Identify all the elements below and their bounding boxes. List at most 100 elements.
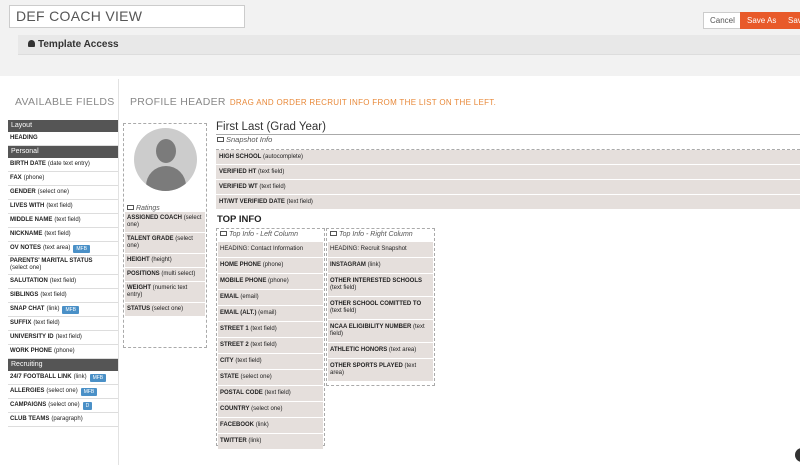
available-field-item[interactable]: UNIVERSITY ID (text field) (8, 331, 118, 345)
field-type: (text area) (43, 245, 71, 251)
available-field-item[interactable]: LIVES WITH (text field) (8, 200, 118, 214)
field-label: OTHER INTERESTED SCHOOLS (330, 278, 423, 284)
field-label: SALUTATION (10, 278, 48, 284)
field-type: (link) (73, 374, 87, 380)
left-column-field-item[interactable]: EMAIL (ALT.) (email) (218, 306, 323, 322)
ratings-field-item[interactable]: WEIGHT (numeric text entry) (125, 282, 205, 303)
available-field-item[interactable]: PARENTS' MARITAL STATUS (select one) (8, 256, 118, 275)
field-type: (select one) (151, 306, 184, 312)
available-field-item[interactable]: GENDER (select one) (8, 186, 118, 200)
template-access-toggle[interactable]: Template Access (18, 35, 800, 55)
field-badge: MFB (62, 305, 80, 314)
field-label: POSITIONS (127, 271, 160, 277)
available-field-item[interactable]: FAX (phone) (8, 172, 118, 186)
field-type: (text field) (258, 169, 285, 175)
snapshot-field-item[interactable]: VERIFIED HT (text field) (216, 165, 800, 180)
template-access-label: Template Access (38, 39, 119, 50)
snapshot-field-item[interactable]: HT/WT VERIFIED DATE (text field) (216, 195, 800, 210)
field-type: (text field) (40, 292, 67, 298)
left-column-field-item[interactable]: EMAIL (email) (218, 290, 323, 306)
field-label: NCAA ELIGIBILITY NUMBER (330, 324, 412, 330)
top-info-title: TOP INFO (217, 214, 262, 225)
available-field-item[interactable]: OV NOTES (text area) MFB (8, 242, 118, 256)
left-column-field-item[interactable]: CITY (text field) (218, 354, 323, 370)
avatar-body (145, 166, 186, 191)
left-column-field-item[interactable]: COUNTRY (select one) (218, 402, 323, 418)
field-label: WEIGHT (127, 285, 151, 291)
field-label: HEIGHT (127, 257, 150, 263)
ratings-field-item[interactable]: ASSIGNED COACH (select one) (125, 212, 205, 233)
field-label: HEADING: Recruit Snapshot (330, 246, 407, 252)
ratings-field-item[interactable]: STATUS (select one) (125, 303, 205, 317)
field-label: FAX (10, 175, 22, 181)
field-label: GENDER (10, 189, 36, 195)
available-field-item[interactable]: WORK PHONE (phone) (8, 345, 118, 359)
help-chat-button[interactable] (795, 448, 800, 462)
right-column-field-item[interactable]: OTHER SPORTS PLAYED (text area) (328, 359, 433, 382)
left-column-field-item[interactable]: MOBILE PHONE (phone) (218, 274, 323, 290)
right-column-list: HEADING: Recruit Snapshot INSTAGRAM (link… (328, 242, 433, 382)
recruit-name-heading: First Last (Grad Year) (216, 121, 800, 135)
ratings-field-item[interactable]: TALENT GRADE (select one) (125, 233, 205, 254)
field-group-header[interactable]: Personal (8, 146, 118, 158)
field-type: (select one) (10, 265, 42, 271)
field-label: STREET 1 (220, 326, 249, 332)
left-column-field-item[interactable]: FACEBOOK (link) (218, 418, 323, 434)
available-field-item[interactable]: SIBLINGS (text field) (8, 289, 118, 303)
field-label: ALLERGIES (10, 388, 45, 394)
save-as-button[interactable]: Save As (740, 12, 784, 29)
available-field-item[interactable]: CLUB TEAMS (paragraph) (8, 413, 118, 427)
field-type: (paragraph) (51, 416, 83, 422)
field-type: (link) (46, 306, 60, 312)
snapshot-field-item[interactable]: VERIFIED WT (text field) (216, 180, 800, 195)
available-field-item[interactable]: HEADING (8, 132, 118, 146)
left-column-field-item[interactable]: POSTAL CODE (text field) (218, 386, 323, 402)
field-label: OTHER SPORTS PLAYED (330, 363, 403, 369)
field-label: CITY (220, 358, 234, 364)
left-column-field-item[interactable]: TWITTER (link) (218, 434, 323, 450)
right-column-field-item[interactable]: ATHLETIC HONORS (text area) (328, 343, 433, 359)
field-label: ASSIGNED COACH (127, 215, 183, 221)
field-group-header[interactable]: Layout (8, 120, 118, 132)
available-field-item[interactable]: SNAP CHAT (link) MFB (8, 303, 118, 317)
available-field-item[interactable]: SALUTATION (text field) (8, 275, 118, 289)
snapshot-field-item[interactable]: HIGH SCHOOL (autocomplete) (216, 150, 800, 165)
right-column-field-item[interactable]: OTHER SCHOOL COMITTED TO (text field) (328, 297, 433, 320)
field-label: INSTAGRAM (330, 262, 366, 268)
available-field-item[interactable]: SUFFIX (text field) (8, 317, 118, 331)
cancel-button[interactable]: Cancel (703, 12, 742, 29)
field-label: HEADING: Contact Information (220, 246, 304, 252)
field-badge: MFB (89, 373, 107, 382)
field-badge: D (82, 401, 93, 410)
left-column-field-item[interactable]: HOME PHONE (phone) (218, 258, 323, 274)
available-field-item[interactable]: MIDDLE NAME (text field) (8, 214, 118, 228)
right-column-field-item[interactable]: HEADING: Recruit Snapshot (328, 242, 433, 258)
field-type: (email) (258, 310, 277, 316)
available-field-item[interactable]: ALLERGIES (select one) MFB (8, 385, 118, 399)
left-column-field-item[interactable]: HEADING: Contact Information (218, 242, 323, 258)
field-label: EMAIL (ALT.) (220, 310, 257, 316)
ratings-field-item[interactable]: HEIGHT (height) (125, 254, 205, 268)
field-type: (text field) (330, 308, 357, 314)
field-type: (link) (367, 262, 381, 268)
left-column-field-item[interactable]: STREET 2 (text field) (218, 338, 323, 354)
available-field-item[interactable]: NICKNAME (text field) (8, 228, 118, 242)
right-column-field-item[interactable]: NCAA ELIGIBILITY NUMBER (text field) (328, 320, 433, 343)
top-info-right-column: Top Info - Right Column HEADING: Recruit… (326, 228, 435, 386)
template-name-input[interactable]: DEF COACH VIEW (9, 5, 245, 28)
left-column-field-item[interactable]: STREET 1 (text field) (218, 322, 323, 338)
save-button[interactable]: Save (781, 12, 800, 29)
profile-header-title: PROFILE HEADER DRAG AND ORDER RECRUIT INF… (130, 96, 496, 108)
right-column-field-item[interactable]: INSTAGRAM (link) (328, 258, 433, 274)
right-column-field-item[interactable]: OTHER INTERESTED SCHOOLS (text field) (328, 274, 433, 297)
id-card-icon (220, 231, 227, 236)
ratings-field-item[interactable]: POSITIONS (multi select) (125, 268, 205, 282)
field-type: (height) (151, 257, 172, 263)
field-label: BIRTH DATE (10, 161, 46, 167)
available-field-item[interactable]: 24/7 FOOTBALL LINK (link) MFB (8, 371, 118, 385)
available-field-item[interactable]: BIRTH DATE (date text entry) (8, 158, 118, 172)
top-toolbar: DEF COACH VIEW Cancel Save As Save Templ… (0, 0, 800, 76)
field-group-header[interactable]: Recruiting (8, 359, 118, 371)
left-column-field-item[interactable]: STATE (select one) (218, 370, 323, 386)
available-field-item[interactable]: CAMPAIGNS (select one) D (8, 399, 118, 413)
